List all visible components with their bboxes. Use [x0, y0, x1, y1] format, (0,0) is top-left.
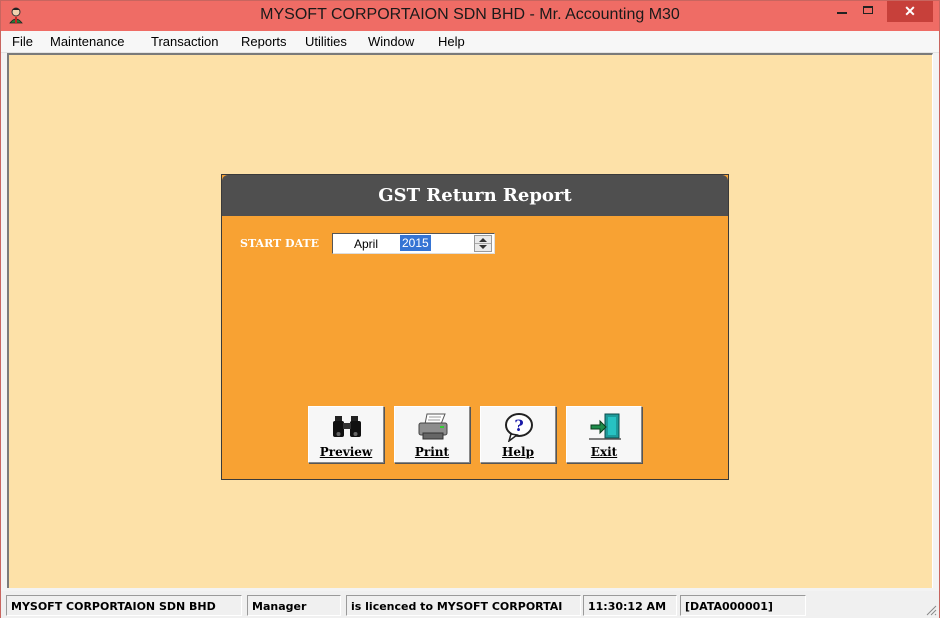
exit-button-label: Exit — [590, 445, 618, 459]
window-title: MYSOFT CORPORTAION SDN BHD - Mr. Account… — [260, 6, 680, 23]
maximize-icon — [863, 6, 873, 14]
help-button[interactable]: ? Help — [480, 406, 556, 463]
menu-bar: File Maintenance Transaction Reports Uti… — [1, 31, 939, 53]
status-time: 11:30:12 AM — [583, 595, 677, 616]
resize-grip-icon[interactable] — [925, 604, 937, 616]
status-licence: is licenced to MYSOFT CORPORTAI — [346, 595, 581, 616]
gst-return-report-dialog: GST Return Report START DATE April 2015 — [221, 174, 729, 480]
maximize-button[interactable] — [855, 1, 881, 22]
status-bar: MYSOFT CORPORTAION SDN BHD Manager is li… — [1, 591, 939, 618]
printer-icon — [418, 413, 448, 440]
exit-door-icon — [589, 413, 621, 440]
status-company: MYSOFT CORPORTAION SDN BHD — [6, 595, 242, 616]
print-button[interactable]: Print — [394, 406, 470, 463]
preview-button[interactable]: Preview — [308, 406, 384, 463]
menu-file[interactable]: File — [12, 34, 33, 49]
title-bar[interactable]: MYSOFT CORPORTAION SDN BHD - Mr. Account… — [1, 1, 939, 31]
svg-text:?: ? — [514, 416, 523, 435]
help-button-label: Help — [502, 445, 534, 459]
start-date-year[interactable]: 2015 — [400, 235, 431, 251]
menu-reports[interactable]: Reports — [241, 34, 287, 49]
menu-transaction[interactable]: Transaction — [151, 34, 218, 49]
start-date-picker[interactable]: April 2015 — [332, 233, 495, 254]
spinner-divider — [475, 243, 491, 244]
help-icon: ? — [505, 413, 533, 442]
print-button-label: Print — [414, 445, 450, 459]
dialog-header: GST Return Report — [222, 175, 728, 216]
dialog-title: GST Return Report — [378, 185, 572, 206]
app-window: MYSOFT CORPORTAION SDN BHD - Mr. Account… — [0, 0, 940, 618]
menu-utilities[interactable]: Utilities — [305, 34, 347, 49]
spin-up-icon[interactable] — [479, 238, 487, 242]
minimize-button[interactable] — [829, 1, 855, 22]
menu-help[interactable]: Help — [438, 34, 465, 49]
status-data-code: [DATA000001] — [680, 595, 806, 616]
start-date-label: START DATE — [240, 237, 320, 250]
close-icon: ✕ — [904, 3, 916, 19]
binoculars-icon — [333, 416, 361, 437]
status-user: Manager — [247, 595, 341, 616]
preview-button-label: Preview — [319, 445, 373, 459]
exit-button[interactable]: Exit — [566, 406, 642, 463]
minimize-icon — [837, 12, 847, 14]
menu-window[interactable]: Window — [368, 34, 414, 49]
close-button[interactable]: ✕ — [887, 1, 933, 22]
menu-maintenance[interactable]: Maintenance — [50, 34, 124, 49]
start-date-month[interactable]: April — [354, 237, 378, 251]
spin-down-icon[interactable] — [479, 245, 487, 249]
date-spinner[interactable] — [474, 235, 492, 252]
